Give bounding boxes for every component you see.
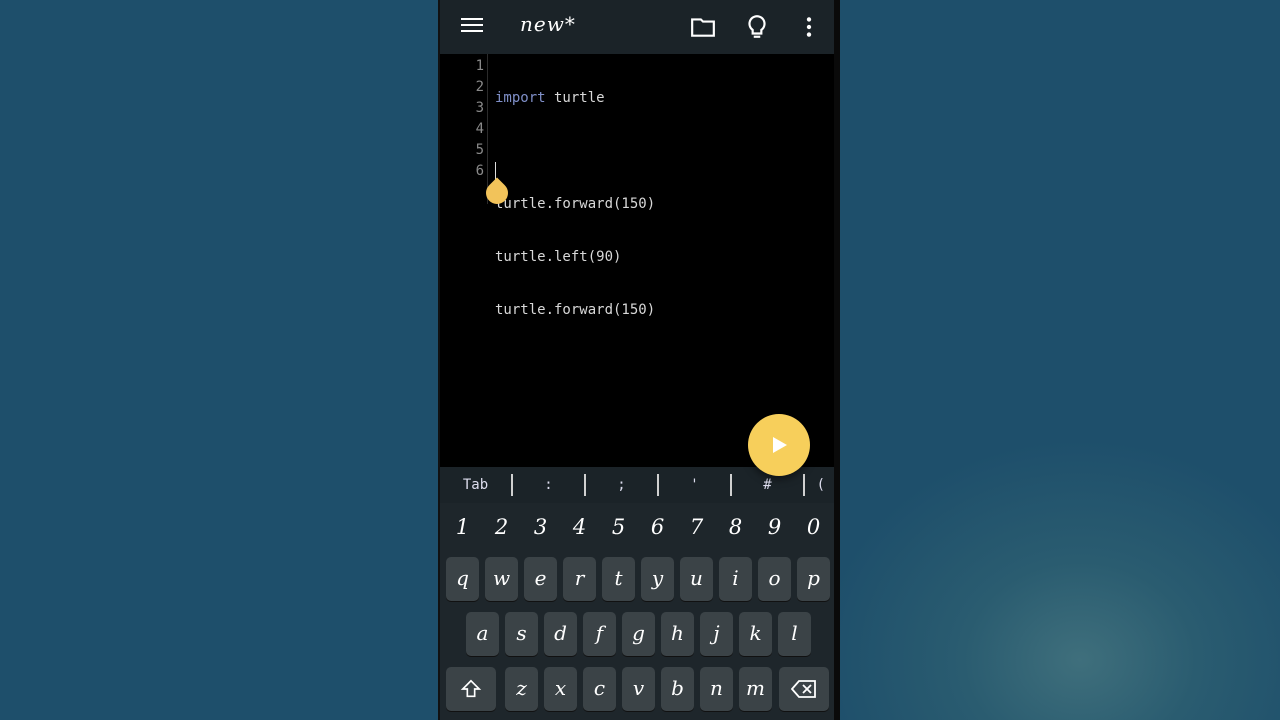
keyboard: 1 2 3 4 5 6 7 8 9 0 q w e r t y u i o p … [440,503,834,720]
key-row-3: z x c v b n m [440,667,834,711]
run-button[interactable] [748,414,810,476]
backspace-key[interactable] [779,667,829,711]
key-f[interactable]: f [583,612,616,656]
key-j[interactable]: j [700,612,733,656]
key-s[interactable]: s [505,612,538,656]
symbol-tab[interactable]: Tab [440,474,513,496]
key-u[interactable]: u [680,557,713,601]
more-vert-icon[interactable] [796,14,822,40]
code-editor[interactable]: 1 2 3 4 5 6 import turtle turtle.forward… [440,54,834,466]
app-bar: new* [440,0,834,54]
symbol-colon[interactable]: : [513,474,586,496]
lightbulb-icon[interactable] [744,14,770,40]
key-q[interactable]: q [446,557,479,601]
key-o[interactable]: o [758,557,791,601]
key-t[interactable]: t [602,557,635,601]
key-e[interactable]: e [524,557,557,601]
key-row-2: a s d f g h j k l [440,612,834,656]
key-r[interactable]: r [563,557,596,601]
code-line-5: turtle.forward(150) [495,302,656,318]
keyword-import: import [495,90,546,106]
key-5[interactable]: 5 [599,509,638,545]
key-c[interactable]: c [583,667,616,711]
key-9[interactable]: 9 [755,509,794,545]
key-6[interactable]: 6 [638,509,677,545]
key-w[interactable]: w [485,557,518,601]
key-2[interactable]: 2 [482,509,521,545]
symbol-hash[interactable]: # [732,474,805,496]
gutter-divider [487,54,488,204]
key-x[interactable]: x [544,667,577,711]
line-number: 6 [475,163,484,179]
code-line-3: turtle.forward(150) [495,196,656,212]
key-m[interactable]: m [739,667,772,711]
line-number: 2 [475,79,484,95]
key-i[interactable]: i [719,557,752,601]
key-1[interactable]: 1 [443,509,482,545]
code-token: turtle [545,90,605,106]
key-g[interactable]: g [622,612,655,656]
code-text[interactable]: import turtle turtle.forward(150) turtle… [495,56,655,406]
number-row: 1 2 3 4 5 6 7 8 9 0 [440,509,834,545]
key-d[interactable]: d [544,612,577,656]
code-line-4: turtle.left(90) [495,249,622,265]
play-icon [773,437,787,453]
line-number: 4 [475,121,484,137]
line-number: 3 [475,100,484,116]
key-k[interactable]: k [739,612,772,656]
symbol-semicolon[interactable]: ; [586,474,659,496]
key-z[interactable]: z [505,667,538,711]
key-l[interactable]: l [778,612,811,656]
key-7[interactable]: 7 [677,509,716,545]
line-number: 1 [475,58,484,74]
code-line-1: import turtle [495,88,655,109]
symbol-paren[interactable]: ( [805,474,825,496]
symbol-quote[interactable]: ' [659,474,732,496]
key-b[interactable]: b [661,667,694,711]
menu-icon[interactable] [460,14,484,38]
key-h[interactable]: h [661,612,694,656]
line-number: 5 [475,142,484,158]
shift-key[interactable] [446,667,496,711]
line-number-gutter: 1 2 3 4 5 6 [440,56,484,182]
key-row-1: q w e r t y u i o p [440,557,834,601]
key-4[interactable]: 4 [560,509,599,545]
shift-icon [460,679,482,698]
file-title: new* [520,12,576,36]
key-n[interactable]: n [700,667,733,711]
key-0[interactable]: 0 [794,509,833,545]
key-a[interactable]: a [466,612,499,656]
key-y[interactable]: y [641,557,674,601]
key-8[interactable]: 8 [716,509,755,545]
key-v[interactable]: v [622,667,655,711]
phone-screen: new* 1 2 3 4 5 6 import turtle turtle.fo… [438,0,840,720]
backspace-icon [790,680,816,698]
key-3[interactable]: 3 [521,509,560,545]
key-p[interactable]: p [797,557,830,601]
folder-icon[interactable] [690,14,716,40]
